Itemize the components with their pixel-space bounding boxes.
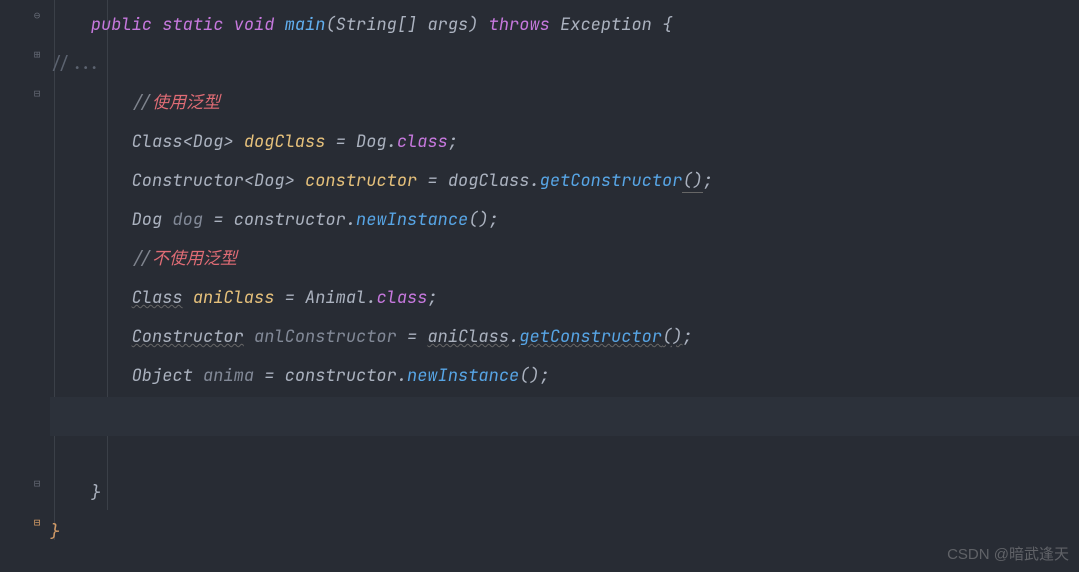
- equals: =: [203, 209, 234, 231]
- indent: [50, 14, 91, 36]
- field-class: class: [376, 287, 427, 309]
- type-class: Class: [132, 131, 183, 153]
- code-line[interactable]: //使用泛型: [50, 84, 1079, 123]
- code-line-empty[interactable]: [50, 396, 1079, 435]
- equals: =: [325, 131, 356, 153]
- code-line[interactable]: Object anima = constructor.newInstance()…: [50, 357, 1079, 396]
- type-constructor: Constructor: [132, 170, 244, 192]
- semicolon: ;: [427, 287, 437, 309]
- brace-close: }: [50, 521, 60, 543]
- comment-slashes: //: [132, 248, 152, 270]
- indent: [50, 131, 132, 153]
- code-line-empty[interactable]: [50, 435, 1079, 474]
- brace-close: }: [91, 482, 101, 504]
- code-line[interactable]: Constructor anlConstructor = aniClass.ge…: [50, 318, 1079, 357]
- semicolon: ;: [703, 170, 713, 192]
- fold-placeholder[interactable]: //...: [50, 53, 101, 75]
- indent: [50, 287, 132, 309]
- parens: (): [519, 365, 539, 387]
- object-ref: constructor: [234, 209, 346, 231]
- keyword-static: static: [162, 14, 223, 36]
- method-call: getConstructor: [519, 326, 662, 348]
- code-line-folded[interactable]: //...: [50, 45, 1079, 84]
- method-main: main: [285, 14, 326, 36]
- type-dog: Dog: [132, 209, 163, 231]
- type-object: Object: [132, 365, 193, 387]
- variable: anima: [203, 365, 254, 387]
- parens: (): [468, 209, 488, 231]
- equals: =: [417, 170, 448, 192]
- comment-slashes: //: [132, 92, 152, 114]
- type-exception: Exception: [560, 14, 652, 36]
- params: (String[] args): [325, 14, 478, 36]
- code-line[interactable]: Constructor<Dog> constructor = dogClass.…: [50, 162, 1079, 201]
- fold-end-icon[interactable]: ⊟: [30, 477, 44, 491]
- code-line[interactable]: //不使用泛型: [50, 240, 1079, 279]
- object-ref: aniClass: [427, 326, 509, 348]
- fold-end-icon[interactable]: ⊟: [30, 87, 44, 101]
- dot: .: [366, 287, 376, 309]
- indent: [50, 248, 132, 270]
- code-area[interactable]: public static void main(String[] args) t…: [50, 0, 1079, 572]
- semicolon: ;: [448, 131, 458, 153]
- code-line[interactable]: }: [50, 513, 1079, 552]
- field-class: class: [397, 131, 448, 153]
- equals: =: [274, 287, 305, 309]
- equals: =: [397, 326, 428, 348]
- code-line[interactable]: Dog dog = constructor.newInstance();: [50, 201, 1079, 240]
- variable: anlConstructor: [254, 326, 397, 348]
- semicolon: ;: [682, 326, 692, 348]
- brace: {: [652, 14, 672, 36]
- fold-collapse-icon[interactable]: ⊖: [30, 9, 44, 23]
- dot: .: [387, 131, 397, 153]
- method-call: getConstructor: [540, 170, 683, 192]
- type-constructor: Constructor: [132, 326, 244, 348]
- method-call: newInstance: [356, 209, 468, 231]
- keyword-public: public: [91, 14, 152, 36]
- method-call: newInstance: [407, 365, 519, 387]
- code-line[interactable]: Class<Dog> dogClass = Dog.class;: [50, 123, 1079, 162]
- variable: dogClass: [244, 131, 326, 153]
- indent: [50, 170, 132, 192]
- dot: .: [529, 170, 539, 192]
- watermark: CSDN @暗武逢天: [947, 543, 1069, 564]
- parens: (): [662, 326, 682, 348]
- semicolon: ;: [489, 209, 499, 231]
- parens: (): [682, 170, 702, 193]
- variable: dog: [172, 209, 203, 231]
- keyword-void: void: [234, 14, 275, 36]
- object-ref: constructor: [285, 365, 397, 387]
- fold-end-icon[interactable]: ⊟: [30, 516, 44, 530]
- type-dog: Dog: [356, 131, 387, 153]
- semicolon: ;: [540, 365, 550, 387]
- dot: .: [509, 326, 519, 348]
- comment-text: 不使用泛型: [152, 248, 237, 270]
- type-animal: Animal: [305, 287, 366, 309]
- keyword-throws: throws: [489, 14, 550, 36]
- fold-expand-icon[interactable]: ⊞: [30, 48, 44, 62]
- variable: constructor: [305, 170, 417, 192]
- indent: [50, 365, 132, 387]
- dot: .: [397, 365, 407, 387]
- gutter: ⊖ ⊞ ⊟ ⊟ ⊟: [0, 0, 50, 572]
- dot: .: [346, 209, 356, 231]
- type-class: Class: [132, 287, 183, 309]
- code-line[interactable]: }: [50, 474, 1079, 513]
- generic: <Dog>: [183, 131, 234, 153]
- object-ref: dogClass: [448, 170, 530, 192]
- code-line[interactable]: Class aniClass = Animal.class;: [50, 279, 1079, 318]
- indent: [50, 92, 132, 114]
- code-editor[interactable]: ⊖ ⊞ ⊟ ⊟ ⊟ public static void main(String…: [0, 0, 1079, 572]
- code-line[interactable]: public static void main(String[] args) t…: [50, 6, 1079, 45]
- generic: <Dog>: [244, 170, 295, 192]
- indent: [50, 209, 132, 231]
- indent: [50, 326, 132, 348]
- comment-text: 使用泛型: [152, 92, 220, 114]
- equals: =: [254, 365, 285, 387]
- indent: [50, 482, 91, 504]
- fold-area: ⊖ ⊞ ⊟ ⊟ ⊟: [30, 0, 50, 572]
- variable: aniClass: [193, 287, 275, 309]
